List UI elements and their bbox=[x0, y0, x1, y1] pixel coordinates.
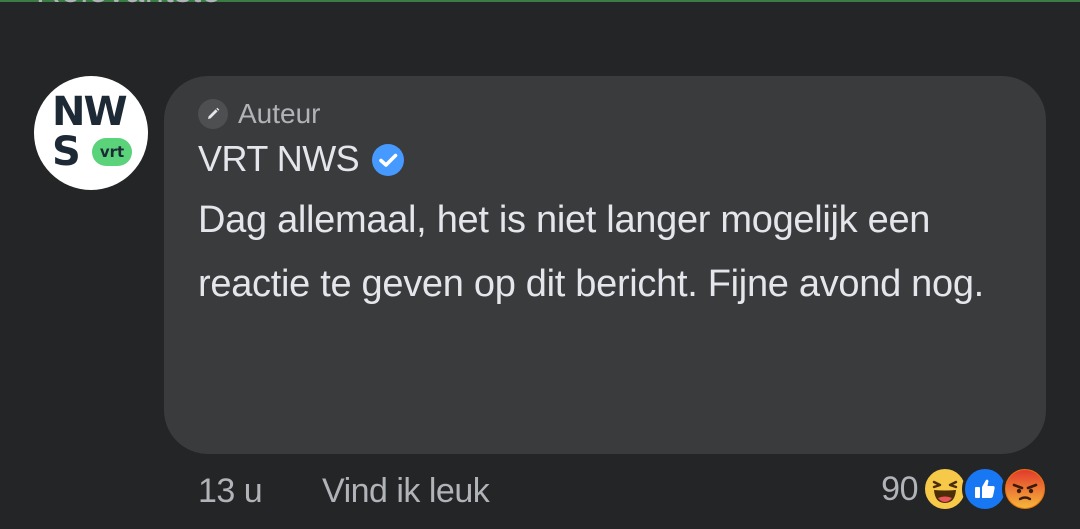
comment-screen: Relevantste NW S vrt Auteur VRT NWS Dag … bbox=[0, 0, 1080, 529]
author-badge-label: Auteur bbox=[238, 98, 321, 129]
reaction-summary[interactable]: 90 bbox=[881, 466, 1048, 512]
like-button[interactable]: Vind ik leuk bbox=[322, 472, 490, 511]
avatar-logo-line1: NW bbox=[52, 89, 128, 135]
avatar[interactable]: NW S vrt bbox=[34, 76, 148, 190]
comment-timestamp[interactable]: 13 u bbox=[198, 472, 263, 511]
author-row: VRT NWS bbox=[198, 138, 405, 180]
avatar-logo-line2: S bbox=[52, 129, 81, 175]
comment-text: Dag allemaal, het is niet langer mogelij… bbox=[198, 199, 984, 305]
sort-heading: Relevantste bbox=[36, 0, 221, 11]
pencil-icon bbox=[198, 99, 228, 129]
reaction-count: 90 bbox=[881, 469, 918, 508]
comment-actions: 13 u Vind ik leuk 90 bbox=[0, 462, 1080, 522]
avatar-logo-pill: vrt bbox=[92, 138, 132, 166]
author-badge: Auteur bbox=[198, 98, 321, 130]
comment-bubble: Auteur VRT NWS Dag allemaal, het is niet… bbox=[164, 76, 1046, 454]
angry-icon bbox=[1002, 466, 1048, 512]
author-name[interactable]: VRT NWS bbox=[198, 138, 360, 180]
verified-badge-icon bbox=[372, 144, 405, 176]
